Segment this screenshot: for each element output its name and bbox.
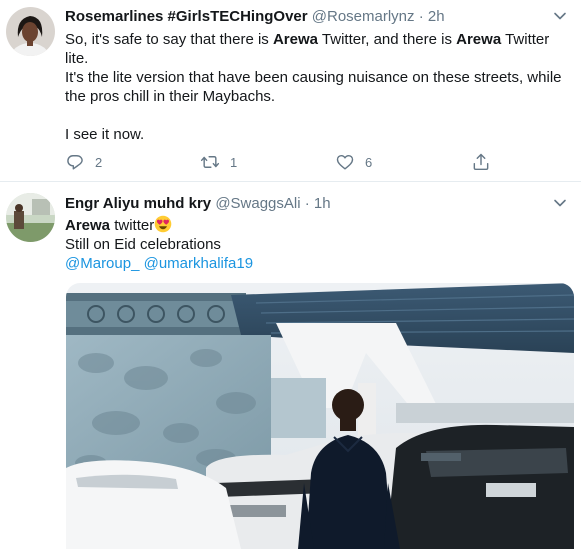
handle[interactable]: @SwaggsAli [215,195,300,212]
mention-link[interactable]: @umarkhalifa19 [144,255,253,272]
tweet-text: So, it's safe to say that there is Arewa… [65,30,567,144]
tweet-header: Rosemarlines #GirlsTECHingOver @Rosemarl… [65,7,567,27]
text-segment: Twitter [501,31,550,48]
chevron-down-icon[interactable] [553,196,567,210]
like-count: 6 [365,154,373,170]
reply-button[interactable]: 2 [65,151,102,173]
bold-text: Arewa [272,31,318,48]
share-icon [473,153,489,171]
avatar[interactable] [6,193,55,242]
text-segment: So, it's safe to say that there is [65,31,273,48]
like-button[interactable]: 6 [335,151,372,173]
display-name[interactable]: Rosemarlines #GirlsTECHingOver [65,8,308,25]
tweet-line: Still on Eid celebrations [65,236,221,253]
separator: · [418,8,424,25]
tweet-line: So, it's safe to say that there is Arewa… [65,30,567,49]
tweet-text: Arewa twitter Still on Eid celebrations … [65,215,567,273]
text-segment: twitter [110,217,155,234]
reply-count: 2 [95,154,103,170]
tweet-line: the pros chill in their Maybachs. [65,88,276,105]
heart-icon [336,154,354,170]
retweet-count: 1 [230,154,238,170]
bold-text: Arewa [65,217,111,234]
separator: · [304,195,310,212]
tweet[interactable]: Engr Aliyu muhd kry @SwaggsAli · 1h Arew… [0,182,581,549]
display-name[interactable]: Engr Aliyu muhd kry [65,195,211,212]
share-button[interactable] [471,151,491,173]
bold-text: Arewa [456,31,502,48]
timestamp[interactable]: 1h [314,195,331,212]
retweet-icon [200,156,220,168]
tweet-actions: 2 1 6 [65,151,505,173]
reply-icon [67,155,83,170]
text-segment: Twitter, and there is [318,31,457,48]
chevron-down-icon[interactable] [553,9,567,23]
mention-link[interactable]: @Maroup_ [65,255,139,272]
tweet-line: I see it now. [65,126,145,143]
tweet-header: Engr Aliyu muhd kry @SwaggsAli · 1h [65,194,567,214]
mentions-line: @Maroup_ @umarkhalifa19 [65,254,567,273]
tweet[interactable]: Rosemarlines #GirlsTECHingOver @Rosemarl… [0,0,581,182]
handle[interactable]: @Rosemarlynz [312,8,415,25]
tweet-line: Arewa twitter [65,215,567,235]
tweet-photo[interactable] [66,283,574,549]
heart-eyes-emoji [154,215,172,233]
tweet-line: It's the lite version that have been cau… [65,69,562,86]
tweet-line: lite. [65,50,89,67]
avatar[interactable] [6,7,55,56]
timestamp[interactable]: 2h [428,8,445,25]
retweet-button[interactable]: 1 [200,151,237,173]
